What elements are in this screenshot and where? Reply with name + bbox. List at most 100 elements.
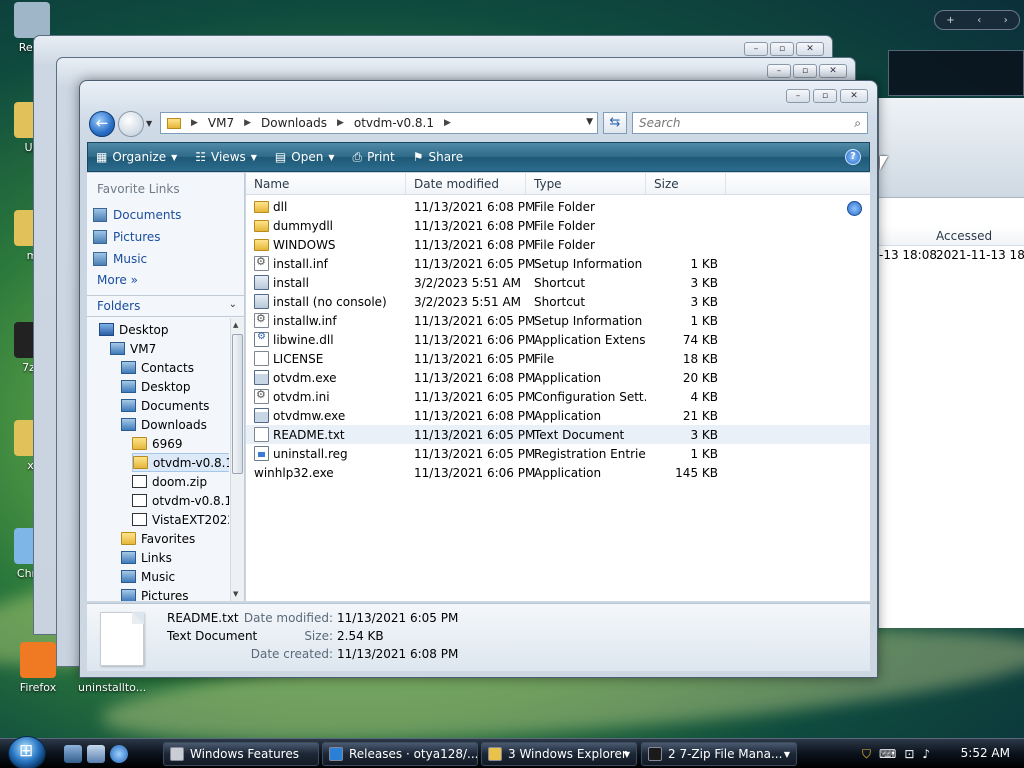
maximize-button[interactable]: ▫ bbox=[813, 89, 837, 103]
taskbar-button[interactable]: 2 7-Zip File Mana... ▼ bbox=[641, 742, 797, 766]
file-date: 11/13/2021 6:05 PM bbox=[414, 389, 536, 404]
file-date: 11/13/2021 6:08 PM bbox=[414, 408, 536, 423]
shield-icon[interactable]: ⛉ bbox=[862, 747, 871, 762]
taskbar-button[interactable]: Windows Features bbox=[163, 742, 319, 766]
favorite-links-heading: Favorite Links bbox=[97, 182, 180, 196]
tree-item-label: otvdm-v0.8.1 bbox=[153, 455, 229, 470]
favorite-link-music[interactable]: Music bbox=[93, 248, 244, 270]
recent-pages-dropdown[interactable]: ▼ bbox=[146, 119, 152, 128]
column-header-size[interactable]: Size bbox=[646, 173, 726, 194]
taskbar-button[interactable]: Releases · otya128/... bbox=[322, 742, 478, 766]
taskbar-button[interactable]: 3 Windows Explorer ▼ bbox=[481, 742, 637, 766]
refresh-button[interactable]: ⇆ bbox=[603, 112, 627, 134]
file-row[interactable]: uninstall.reg 11/13/2021 6:05 PM Registrat… bbox=[246, 444, 870, 463]
organize-button[interactable]: ▦ Organize ▼ bbox=[96, 150, 177, 164]
tree-item[interactable]: Documents bbox=[121, 396, 209, 415]
registry-file-icon bbox=[254, 446, 269, 461]
folder-icon bbox=[121, 532, 136, 545]
tree-item[interactable]: Desktop bbox=[121, 377, 191, 396]
tree-item[interactable]: Links bbox=[121, 548, 172, 567]
file-name: libwine.dll bbox=[273, 332, 334, 347]
views-button[interactable]: ☷ Views ▼ bbox=[195, 150, 257, 164]
breadcrumb-otvdm[interactable]: otvdm-v0.8.1 bbox=[354, 116, 434, 130]
file-date: 11/13/2021 6:08 PM bbox=[414, 237, 536, 252]
search-input[interactable]: Search ⌕ bbox=[632, 112, 868, 134]
explorer-window[interactable]: – ▫ ✕ ← ▼ ▶ VM7 ▶ Downloads ▶ otvdm-v0.8… bbox=[79, 80, 878, 678]
tree-item[interactable]: Pictures bbox=[121, 586, 189, 601]
tree-item-label: 6969 bbox=[152, 436, 183, 451]
internet-explorer-icon[interactable] bbox=[110, 745, 128, 763]
minimize-button[interactable]: – bbox=[786, 89, 810, 103]
file-row[interactable]: install (no console) 3/2/2023 5:51 AM Shor… bbox=[246, 292, 870, 311]
more-links[interactable]: More » bbox=[87, 273, 244, 287]
breadcrumb-downloads[interactable]: Downloads bbox=[261, 116, 327, 130]
volume-icon[interactable]: ♪ bbox=[922, 747, 930, 761]
tree-item[interactable]: 6969 bbox=[132, 434, 183, 453]
scroll-up-icon[interactable]: ▲ bbox=[233, 321, 238, 329]
file-row[interactable]: install.inf 11/13/2021 6:05 PMSetup Infor… bbox=[246, 254, 870, 273]
tree-item[interactable]: VM7 bbox=[110, 339, 156, 358]
favorite-link-documents[interactable]: Documents bbox=[93, 204, 244, 226]
file-type: Registration Entries bbox=[534, 446, 646, 461]
file-row[interactable]: install 3/2/2023 5:51 AM Shortcut 3 KB bbox=[246, 273, 870, 292]
file-row[interactable]: WINDOWS 11/13/2021 6:08 PM File Folder bbox=[246, 235, 870, 254]
switch-windows-icon[interactable] bbox=[87, 745, 105, 763]
tree-scrollbar[interactable]: ▲ ▼ bbox=[230, 318, 244, 601]
breadcrumb-chevron-icon[interactable]: ▶ bbox=[337, 118, 344, 128]
close-button[interactable]: ✕ bbox=[840, 89, 868, 103]
column-header-name[interactable]: Name bbox=[246, 173, 406, 194]
breadcrumb-vm7[interactable]: VM7 bbox=[208, 116, 234, 130]
tree-item-label: VM7 bbox=[130, 341, 157, 356]
breadcrumb-chevron-icon[interactable]: ▶ bbox=[444, 118, 451, 128]
file-row[interactable]: dummydll 11/13/2021 6:08 PM File Folder bbox=[246, 216, 870, 235]
favorite-link-pictures[interactable]: Pictures bbox=[93, 226, 244, 248]
breadcrumb-chevron-icon[interactable]: ▶ bbox=[191, 118, 198, 128]
tree-item[interactable]: Favorites bbox=[121, 529, 195, 548]
language-icon[interactable]: ⌨ bbox=[879, 747, 896, 761]
tree-item[interactable]: otvdm-v0.8.1 bbox=[132, 453, 229, 472]
share-button[interactable]: ⚑ Share bbox=[413, 150, 463, 164]
scroll-thumb[interactable] bbox=[232, 334, 243, 474]
back-button[interactable]: ← bbox=[89, 111, 115, 137]
file-row[interactable]: dll 11/13/2021 6:08 PM File Folder bbox=[246, 197, 870, 216]
column-header-type[interactable]: Type bbox=[526, 173, 646, 194]
file-row[interactable]: otvdm.ini 11/13/2021 6:05 PMConfiguration… bbox=[246, 387, 870, 406]
file-row[interactable]: otvdm.exe 11/13/2021 6:08 PM Application 20… bbox=[246, 368, 870, 387]
sidebar-gadget-controls[interactable]: + ‹ › bbox=[934, 10, 1020, 30]
address-bar[interactable]: ▶ VM7 ▶ Downloads ▶ otvdm-v0.8.1 ▶ ▼ bbox=[160, 112, 598, 134]
file-row[interactable]: installw.inf 11/13/2021 6:05 PMSetup Info… bbox=[246, 311, 870, 330]
file-row[interactable]: LICENSE 11/13/2021 6:05 PM File 18 KB bbox=[246, 349, 870, 368]
tree-item[interactable]: doom.zip bbox=[132, 472, 207, 491]
network-icon[interactable]: ⊡ bbox=[904, 747, 914, 761]
start-button[interactable] bbox=[8, 736, 46, 768]
open-button[interactable]: ▤ Open ▼ bbox=[275, 150, 335, 164]
forward-button[interactable] bbox=[118, 111, 144, 137]
search-icon[interactable]: ⌕ bbox=[854, 116, 861, 131]
clock[interactable]: 5:52 AM bbox=[961, 746, 1010, 760]
dll-icon bbox=[254, 332, 269, 347]
file-row[interactable]: README.txt 11/13/2021 6:05 PM Text Documen… bbox=[246, 425, 870, 444]
column-header-accessed[interactable]: Accessed bbox=[879, 226, 1024, 246]
scroll-down-icon[interactable]: ▼ bbox=[233, 590, 238, 598]
show-desktop-icon[interactable] bbox=[64, 745, 82, 763]
breadcrumb-chevron-icon[interactable]: ▶ bbox=[244, 118, 251, 128]
file-row[interactable]: libwine.dll 11/13/2021 6:06 PMApplication… bbox=[246, 330, 870, 349]
address-dropdown-icon[interactable]: ▼ bbox=[586, 117, 593, 127]
print-button[interactable]: ⎙ Print bbox=[352, 150, 394, 165]
folders-header[interactable]: Folders ⌄ bbox=[87, 295, 245, 317]
tree-item[interactable]: Desktop bbox=[99, 320, 169, 339]
folder-icon bbox=[121, 589, 136, 601]
background-window-7zip[interactable]: Accessed -13 18:08 2021-11-13 18:08 bbox=[878, 98, 1024, 628]
file-size: 21 KB bbox=[682, 408, 718, 423]
help-icon[interactable]: ? bbox=[845, 149, 861, 165]
file-row[interactable]: otvdmw.exe 11/13/2021 6:08 PM Application 2… bbox=[246, 406, 870, 425]
column-header-date[interactable]: Date modified bbox=[406, 173, 526, 194]
tree-item[interactable]: Music bbox=[121, 567, 175, 586]
tree-item[interactable]: otvdm-v0.8.1 bbox=[132, 491, 229, 510]
tree-item[interactable]: Downloads bbox=[121, 415, 207, 434]
tree-item[interactable]: VistaEXT2022 bbox=[132, 510, 229, 529]
zip-folder-icon bbox=[132, 475, 147, 488]
file-type: Text Document bbox=[534, 427, 625, 442]
tree-item[interactable]: Contacts bbox=[121, 358, 194, 377]
file-row[interactable]: winhlp32.exe 11/13/2021 6:06 PM Applicatio… bbox=[246, 201, 870, 482]
